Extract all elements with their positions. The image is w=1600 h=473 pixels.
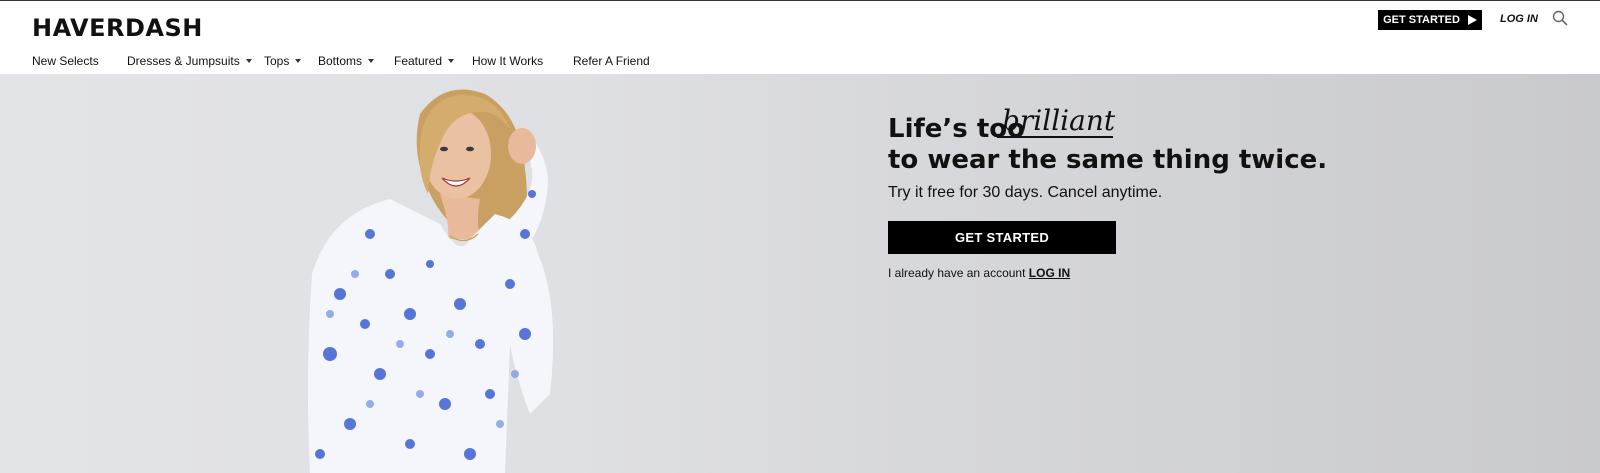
nav-item-label: New Selects [32,54,99,68]
nav-item-tops[interactable]: Tops [264,54,302,68]
nav-item-bottoms[interactable]: Bottoms [318,54,375,68]
hero-headline-script: brilliant [1002,104,1116,137]
nav-item-featured[interactable]: Featured [394,54,455,68]
search-icon[interactable] [1552,10,1568,26]
nav-item-label: Tops [264,54,290,68]
main-nav: New Selects Dresses & Jumpsuits Tops Bot… [0,54,1000,74]
header-login-link[interactable]: LOG IN [1500,13,1538,25]
site-header: HAVERDASH GET STARTED LOG IN New Selects… [0,1,1600,74]
play-icon [1467,15,1477,25]
header-get-started-button[interactable]: GET STARTED [1378,10,1482,30]
caret-down-icon [245,59,252,63]
caret-down-icon [448,59,455,63]
brand-logo[interactable]: HAVERDASH [32,14,203,42]
caret-down-icon [295,59,302,63]
hero-banner: Life’s too brilliant to wear the same th… [0,74,1600,473]
hero-get-started-button[interactable]: GET STARTED [888,221,1116,254]
nav-item-label: Bottoms [318,54,363,68]
nav-item-new-selects[interactable]: New Selects [32,54,99,68]
hero-login-link[interactable]: LOG IN [1029,266,1070,280]
account-prompt-text: I already have an account [888,266,1026,280]
nav-item-label: Featured [394,54,443,68]
nav-item-how-it-works[interactable]: How It Works [472,54,543,68]
nav-item-dresses-jumpsuits[interactable]: Dresses & Jumpsuits [127,54,252,68]
nav-item-label: Refer A Friend [573,54,650,68]
nav-item-label: Dresses & Jumpsuits [127,54,240,68]
hero-model-image [307,89,554,473]
caret-down-icon [368,59,375,63]
header-get-started-label: GET STARTED [1383,14,1460,26]
hero-headline-line2: to wear the same thing twice. [888,145,1328,175]
nav-item-refer-a-friend[interactable]: Refer A Friend [573,54,650,68]
nav-item-label: How It Works [472,54,544,68]
account-prompt: I already have an account LOG IN [888,266,1070,280]
hero-subline: Try it free for 30 days. Cancel anytime. [888,184,1163,201]
script-underline [997,136,1113,138]
